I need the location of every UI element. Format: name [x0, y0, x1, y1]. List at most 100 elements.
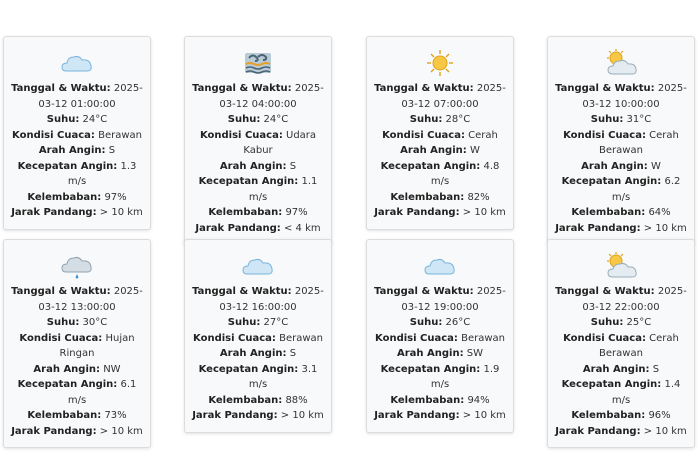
visibility-value: > 10 km	[643, 222, 687, 234]
condition-label: Kondisi Cuaca:	[563, 129, 646, 141]
wind-dir-label: Arah Angin:	[581, 160, 648, 172]
visibility-value: > 10 km	[643, 425, 687, 437]
cloud-icon	[61, 55, 92, 72]
wind-speed-label: Kecepatan Angin:	[561, 379, 662, 390]
datetime-label: Tanggal & Waktu:	[555, 83, 655, 94]
temp-value: 25°C	[626, 317, 652, 328]
datetime-label: Tanggal & Waktu:	[192, 83, 292, 94]
visibility-label: Jarak Pandang:	[555, 425, 641, 437]
humidity-value: 73%	[104, 410, 127, 421]
weather-card: Tanggal & Waktu: 2025-03-12 07:00:00 Suh…	[366, 36, 514, 230]
visibility-label: Jarak Pandang:	[11, 207, 97, 218]
condition-label: Kondisi Cuaca:	[12, 129, 95, 141]
wind-dir-label: Arah Angin:	[582, 363, 650, 375]
wind-speed-label: Kecepatan Angin:	[198, 176, 299, 187]
visibility-value: > 10 km	[462, 207, 506, 218]
visibility-label: Jarak Pandang:	[374, 207, 460, 218]
temp-value: 28°C	[445, 114, 471, 125]
condition-value: Cerah	[468, 129, 498, 141]
wind-speed-label: Kecepatan Angin:	[17, 160, 118, 172]
wind-dir-value: S	[652, 363, 660, 375]
visibility-value: > 10 km	[462, 410, 506, 421]
temp-value: 24°C	[263, 114, 289, 125]
temp-label: Suhu:	[227, 317, 261, 328]
wind-dir-value: S	[289, 160, 297, 172]
temp-label: Suhu:	[46, 114, 80, 125]
datetime-label: Tanggal & Waktu:	[555, 286, 655, 297]
condition-label: Kondisi Cuaca:	[382, 129, 465, 141]
visibility-label: Jarak Pandang:	[555, 222, 641, 234]
temp-label: Suhu:	[409, 114, 443, 125]
visibility-label: Jarak Pandang:	[11, 425, 97, 437]
fog-icon	[245, 53, 271, 74]
wind-speed-label: Kecepatan Angin:	[198, 363, 299, 375]
wind-dir-label: Arah Angin:	[400, 145, 467, 156]
wind-speed-label: Kecepatan Angin:	[380, 160, 481, 172]
condition-value: Berawan	[461, 332, 505, 344]
wind-dir-label: Arah Angin:	[219, 160, 287, 172]
humidity-value: 97%	[285, 207, 308, 218]
datetime-label: Tanggal & Waktu:	[374, 83, 474, 94]
temp-label: Suhu:	[227, 114, 261, 125]
visibility-value: > 10 km	[99, 425, 143, 437]
visibility-value: > 10 km	[280, 410, 324, 421]
humidity-value: 82%	[467, 191, 490, 203]
condition-label: Kondisi Cuaca:	[193, 332, 276, 344]
wind-dir-value: SW	[466, 348, 484, 359]
temp-value: 26°C	[445, 317, 471, 328]
humidity-label: Kelembaban:	[390, 191, 465, 203]
temp-label: Suhu:	[590, 317, 624, 328]
visibility-value: < 4 km	[283, 222, 321, 234]
condition-value: Berawan	[98, 129, 142, 141]
sun-icon	[427, 50, 453, 76]
humidity-label: Kelembaban:	[27, 191, 102, 203]
humidity-value: 64%	[648, 207, 671, 218]
humidity-label: Kelembaban:	[208, 394, 283, 406]
wind-dir-value: W	[469, 145, 480, 156]
humidity-value: 88%	[285, 394, 308, 406]
visibility-label: Jarak Pandang:	[374, 410, 460, 421]
temp-label: Suhu:	[46, 317, 80, 328]
temp-value: 30°C	[82, 317, 108, 328]
condition-label: Kondisi Cuaca:	[199, 129, 283, 141]
rain-cloud-icon	[61, 256, 92, 279]
weather-card: Tanggal & Waktu: 2025-03-12 16:00:00 Suh…	[184, 239, 332, 433]
condition-label: Kondisi Cuaca:	[19, 332, 103, 344]
humidity-value: 94%	[467, 394, 490, 406]
visibility-label: Jarak Pandang:	[192, 410, 278, 421]
humidity-label: Kelembaban:	[208, 207, 283, 218]
temp-value: 27°C	[263, 317, 289, 328]
humidity-value: 96%	[648, 410, 671, 421]
condition-label: Kondisi Cuaca:	[563, 332, 646, 344]
visibility-label: Jarak Pandang:	[195, 222, 281, 234]
weather-card: Tanggal & Waktu: 2025-03-12 19:00:00 Suh…	[366, 239, 514, 433]
wind-speed-label: Kecepatan Angin:	[17, 379, 118, 390]
condition-value: Berawan	[279, 332, 323, 344]
weather-card: Tanggal & Waktu: 2025-03-12 22:00:00 Suh…	[547, 239, 695, 448]
wind-speed-label: Kecepatan Angin:	[561, 176, 662, 187]
temp-label: Suhu:	[409, 317, 443, 328]
wind-speed-label: Kecepatan Angin:	[380, 363, 481, 375]
wind-dir-label: Arah Angin:	[219, 348, 287, 359]
wind-dir-value: W	[650, 160, 661, 172]
humidity-label: Kelembaban:	[390, 394, 465, 406]
humidity-value: 97%	[104, 191, 127, 203]
temp-value: 31°C	[626, 114, 652, 125]
wind-dir-label: Arah Angin:	[396, 348, 464, 359]
humidity-label: Kelembaban:	[27, 410, 102, 421]
datetime-label: Tanggal & Waktu:	[374, 286, 474, 297]
temp-value: 24°C	[82, 114, 108, 125]
weather-card: Tanggal & Waktu: 2025-03-12 01:00:00 Suh…	[3, 36, 151, 230]
wind-dir-label: Arah Angin:	[38, 145, 106, 156]
weather-card: Tanggal & Waktu: 2025-03-12 13:00:00 Suh…	[3, 239, 151, 448]
cloud-icon	[424, 258, 455, 275]
visibility-value: > 10 km	[99, 207, 143, 218]
wind-dir-value: S	[108, 145, 116, 156]
wind-dir-label: Arah Angin:	[33, 363, 101, 375]
condition-label: Kondisi Cuaca:	[375, 332, 458, 344]
temp-label: Suhu:	[590, 114, 624, 125]
sun-cloud-icon	[607, 252, 637, 278]
datetime-label: Tanggal & Waktu:	[11, 286, 111, 297]
humidity-label: Kelembaban:	[571, 207, 646, 218]
datetime-label: Tanggal & Waktu:	[11, 83, 111, 94]
